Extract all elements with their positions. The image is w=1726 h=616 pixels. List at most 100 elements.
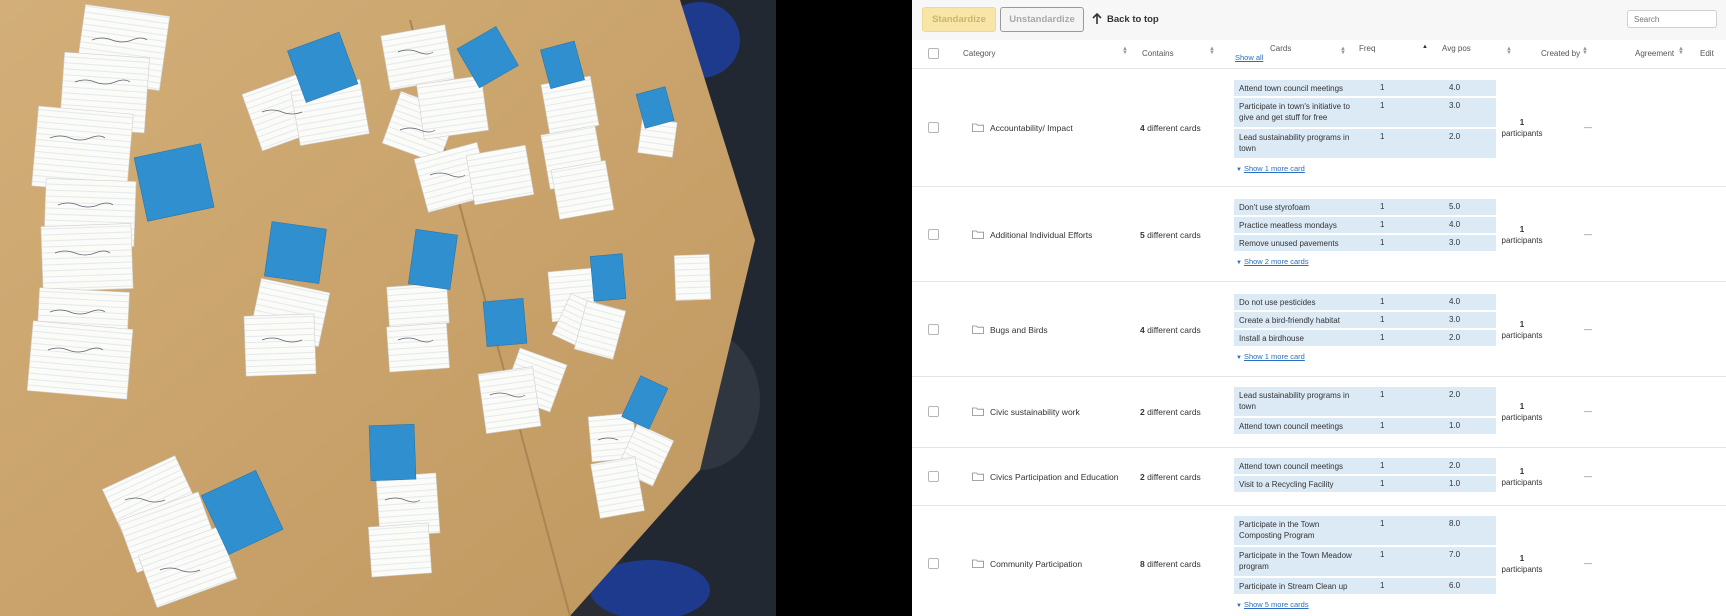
card-average-position: 2.0: [1449, 132, 1461, 141]
header-avg-pos[interactable]: Avg pos: [1442, 44, 1471, 53]
contains-count: 4 different cards: [1140, 325, 1201, 335]
row-checkbox[interactable]: [928, 229, 939, 240]
card-item: Attend town council meetings 1 1.0: [1234, 418, 1496, 434]
table-row: Bugs and Birds 4 different cards Do not us…: [912, 281, 1726, 377]
card-list: Do not use pesticides 1 4.0 Create a bird-f…: [1234, 294, 1496, 361]
sort-freq-icon[interactable]: ▲: [1422, 44, 1428, 50]
select-all-checkbox[interactable]: [928, 48, 939, 59]
card-sort-photo-illustration: [0, 0, 776, 616]
agreement-value: —: [1584, 559, 1592, 568]
participants-label: participants: [1501, 331, 1543, 340]
sort-category-icon[interactable]: ▲ ▼: [1122, 46, 1128, 56]
card-frequency: 1: [1380, 297, 1385, 306]
contains-count: 8 different cards: [1140, 559, 1201, 569]
category-name[interactable]: Civic sustainability work: [990, 407, 1080, 417]
back-to-top-link[interactable]: Back to top: [1092, 13, 1159, 25]
header-created-by[interactable]: Created by: [1541, 49, 1580, 58]
show-more-label: Show 1 more card: [1243, 352, 1305, 361]
folder-icon: [972, 230, 984, 239]
standardize-button[interactable]: Standardize: [922, 7, 996, 32]
card-sort-photo: [0, 0, 776, 616]
card-frequency: 1: [1380, 581, 1385, 590]
card-name: Participate in Stream Clean up: [1239, 582, 1348, 591]
header-category[interactable]: Category: [963, 49, 995, 58]
card-frequency: 1: [1380, 315, 1385, 324]
card-list: Participate in the Town Composting Progr…: [1234, 516, 1496, 609]
card-name: Lead sustainability programs in town: [1239, 391, 1350, 411]
card-average-position: 2.0: [1449, 461, 1461, 470]
card-item: Don't use styrofoam 1 5.0: [1234, 199, 1496, 215]
card-item: Create a bird-friendly habitat 1 3.0: [1234, 312, 1496, 328]
card-list: Don't use styrofoam 1 5.0 Practice meatless…: [1234, 199, 1496, 266]
row-checkbox[interactable]: [928, 558, 939, 569]
agreement-value: —: [1584, 472, 1592, 481]
table-row: Community Participation 8 different cards…: [912, 505, 1726, 616]
card-frequency: 1: [1380, 461, 1385, 470]
back-to-top-label: Back to top: [1107, 13, 1159, 25]
row-checkbox[interactable]: [928, 122, 939, 133]
header-contains[interactable]: Contains: [1142, 49, 1174, 58]
card-frequency: 1: [1380, 479, 1385, 488]
card-average-position: 4.0: [1449, 297, 1461, 306]
row-checkbox[interactable]: [928, 471, 939, 482]
row-checkbox[interactable]: [928, 406, 939, 417]
show-more-cards-link[interactable]: ▼ Show 1 more card: [1236, 352, 1496, 361]
card-frequency: 1: [1380, 550, 1385, 559]
card-name: Practice meatless mondays: [1239, 221, 1337, 230]
card-item: Attend town council meetings 1 2.0: [1234, 458, 1496, 474]
contains-suffix: different cards: [1144, 407, 1201, 417]
folder-icon: [972, 325, 984, 334]
card-item: Visit to a Recycling Facility 1 1.0: [1234, 476, 1496, 492]
category-name[interactable]: Civics Participation and Education: [990, 472, 1119, 482]
created-by: 1 participants: [1480, 319, 1564, 341]
row-checkbox[interactable]: [928, 324, 939, 335]
show-more-cards-link[interactable]: ▼ Show 5 more cards: [1236, 600, 1496, 609]
sort-agreement-icon[interactable]: ▲ ▼: [1678, 46, 1684, 56]
card-average-position: 2.0: [1449, 333, 1461, 342]
unstandardize-button[interactable]: Unstandardize: [1000, 7, 1084, 32]
card-frequency: 1: [1380, 390, 1385, 399]
show-more-cards-link[interactable]: ▼ Show 1 more card: [1236, 164, 1496, 173]
card-name: Remove unused pavements: [1239, 239, 1339, 248]
folder-icon: [972, 407, 984, 416]
show-more-label: Show 1 more card: [1243, 164, 1305, 173]
contains-suffix: different cards: [1144, 472, 1201, 482]
card-list: Lead sustainability programs in town 1 2.0…: [1234, 387, 1496, 436]
agreement-value: —: [1584, 407, 1592, 416]
card-average-position: 4.0: [1449, 220, 1461, 229]
category-name[interactable]: Additional Individual Efforts: [990, 230, 1092, 240]
header-agreement[interactable]: Agreement: [1635, 49, 1674, 58]
search-input[interactable]: [1627, 10, 1717, 28]
card-average-position: 4.0: [1449, 83, 1461, 92]
contains-suffix: different cards: [1144, 230, 1201, 240]
category-name[interactable]: Bugs and Birds: [990, 325, 1048, 335]
card-item: Remove unused pavements 1 3.0: [1234, 235, 1496, 251]
sort-contains-icon[interactable]: ▲ ▼: [1209, 46, 1215, 56]
show-all-link[interactable]: Show all: [1235, 53, 1263, 62]
participants-label: participants: [1501, 413, 1543, 422]
contains-count: 5 different cards: [1140, 230, 1201, 240]
sort-avg-pos-icon[interactable]: ▲ ▼: [1506, 46, 1512, 56]
card-list: Attend town council meetings 1 4.0 Particip…: [1234, 80, 1496, 173]
card-item: Lead sustainability programs in town 1 2.0: [1234, 387, 1496, 416]
header-freq[interactable]: Freq: [1359, 44, 1375, 53]
sort-cards-icon[interactable]: ▲ ▼: [1340, 46, 1346, 56]
table-row: Additional Individual Efforts 5 different…: [912, 186, 1726, 282]
caret-down-icon: ▼: [1236, 603, 1242, 609]
header-cards[interactable]: Cards: [1270, 44, 1291, 53]
card-name: Participate in the Town Meadow program: [1239, 551, 1352, 571]
card-item: Practice meatless mondays 1 4.0: [1234, 217, 1496, 233]
show-more-cards-link[interactable]: ▼ Show 2 more cards: [1236, 257, 1496, 266]
category-name[interactable]: Community Participation: [990, 559, 1082, 569]
show-more-label: Show 5 more cards: [1243, 600, 1309, 609]
card-average-position: 1.0: [1449, 421, 1461, 430]
card-average-position: 3.0: [1449, 238, 1461, 247]
category-name[interactable]: Accountability/ Impact: [990, 123, 1073, 133]
sort-created-by-icon[interactable]: ▲ ▼: [1582, 46, 1588, 56]
card-frequency: 1: [1380, 101, 1385, 110]
participants-count: 1: [1519, 402, 1525, 411]
results-panel: Standardize Unstandardize Back to top Ca…: [912, 0, 1726, 616]
card-frequency: 1: [1380, 333, 1385, 342]
card-name: Visit to a Recycling Facility: [1239, 480, 1334, 489]
created-by: 1 participants: [1480, 466, 1564, 488]
